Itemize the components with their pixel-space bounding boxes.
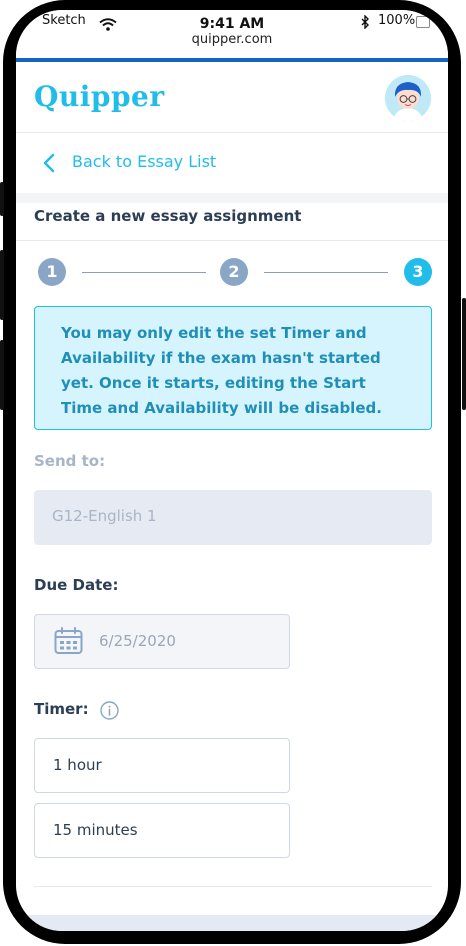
phone-volume-up	[0, 250, 4, 320]
due-date-label: Due Date:	[34, 576, 119, 594]
send-to-value: G12-English 1	[52, 507, 157, 525]
timer-label: Timer:	[34, 700, 89, 718]
step-connector	[82, 272, 206, 273]
due-date-field[interactable]: 6/25/2020	[34, 614, 290, 669]
bottom-action-bar	[16, 915, 448, 931]
step-2-indicator: 2	[220, 258, 248, 286]
send-to-field: G12-English 1	[34, 490, 432, 545]
step-1-indicator: 1	[38, 258, 66, 286]
section-gap	[16, 193, 448, 203]
phone-power-button	[462, 298, 466, 410]
avatar[interactable]	[385, 75, 431, 121]
due-date-value: 6/25/2020	[99, 632, 176, 650]
phone-volume-down	[0, 340, 4, 410]
battery-label: 100%	[378, 13, 416, 28]
bluetooth-icon	[360, 14, 370, 33]
phone-mute-switch	[0, 182, 4, 216]
battery-icon	[416, 16, 430, 28]
page-url[interactable]: quipper.com	[16, 32, 448, 47]
timer-hours-input[interactable]: 1 hour	[34, 738, 290, 793]
screen: Sketch 9:41 AM quipper.com 100% Quipper	[16, 10, 448, 931]
calendar-icon	[54, 627, 83, 659]
timer-minutes-value: 15 minutes	[53, 821, 138, 839]
send-to-label: Send to:	[34, 452, 106, 470]
back-to-essay-list-link[interactable]: Back to Essay List	[72, 152, 216, 171]
status-bar: Sketch 9:41 AM quipper.com 100%	[16, 10, 448, 58]
divider	[16, 240, 448, 241]
timer-hours-value: 1 hour	[53, 756, 102, 774]
quipper-logo[interactable]: Quipper	[34, 80, 165, 113]
divider	[34, 886, 432, 887]
app-header: Quipper	[16, 62, 448, 133]
page-title: Create a new essay assignment	[34, 207, 302, 225]
chevron-left-icon[interactable]	[42, 153, 56, 177]
back-navigation: Back to Essay List	[16, 133, 448, 193]
info-notice: You may only edit the set Timer and Avai…	[34, 306, 432, 430]
step-3-indicator: 3	[404, 258, 432, 286]
timer-minutes-input[interactable]: 15 minutes	[34, 803, 290, 858]
info-icon[interactable]	[100, 701, 119, 724]
step-connector	[264, 272, 388, 273]
